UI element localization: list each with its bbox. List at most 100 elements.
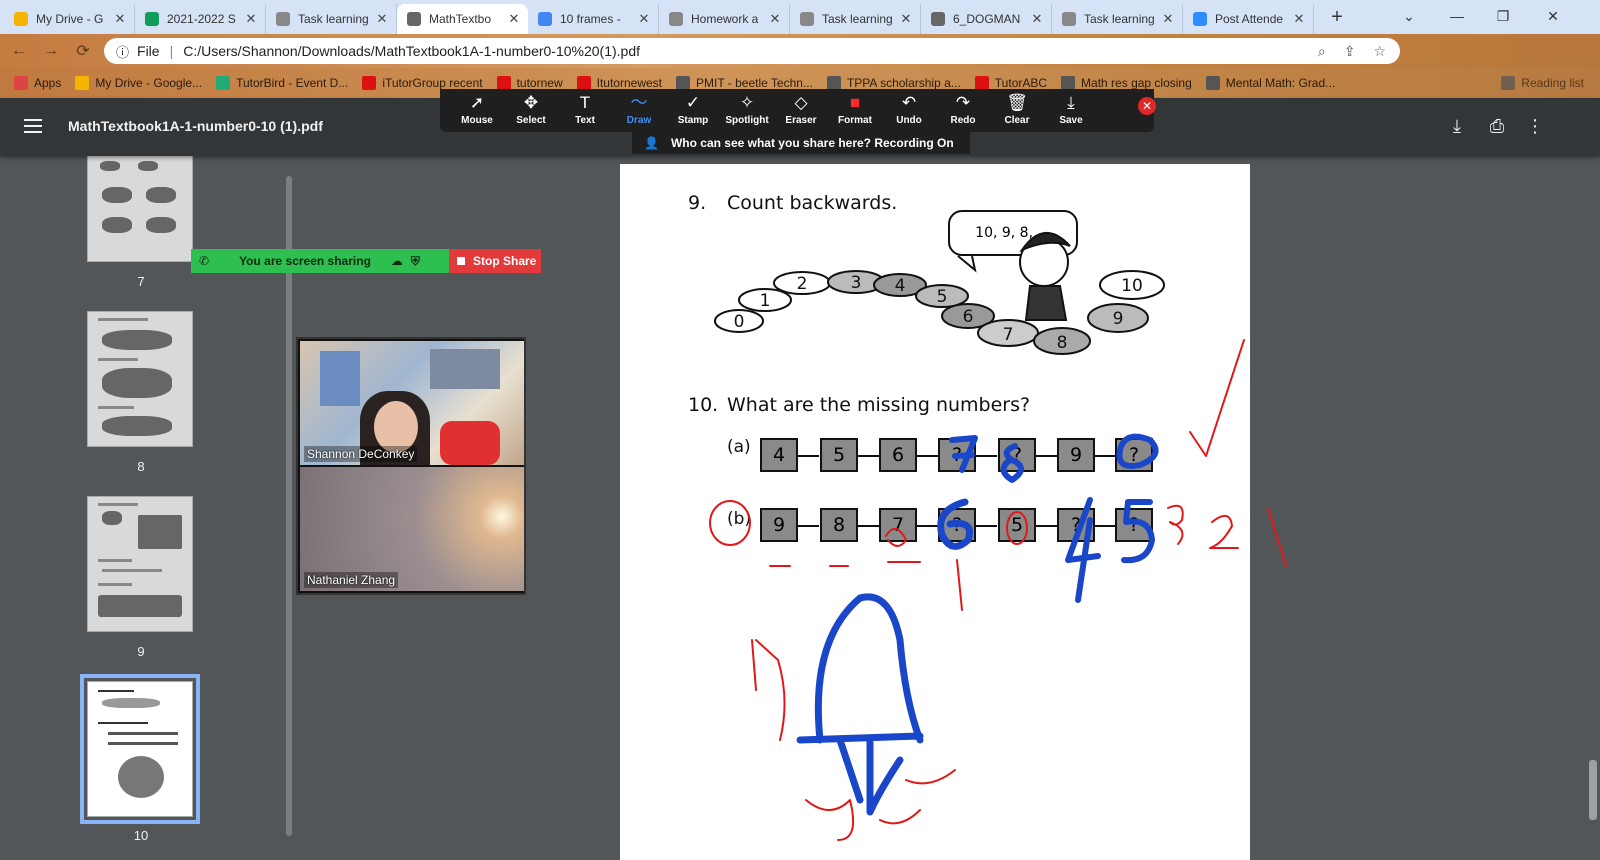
tab-close-icon[interactable]: ✕	[1029, 11, 1045, 27]
tool-label: Spotlight	[725, 115, 769, 126]
tab-close-icon[interactable]: ✕	[1291, 11, 1307, 27]
new-tab-button[interactable]: +	[1322, 2, 1352, 32]
forward-button[interactable]: →	[38, 38, 64, 64]
number-box: 6	[879, 438, 917, 472]
bookmark-item[interactable]: Apps	[14, 76, 61, 90]
bookmark-star-icon[interactable]: ☆	[1373, 43, 1386, 60]
draw-icon: 〜	[630, 93, 648, 112]
zoom-annotation-toolbar: ➚ Mouse ✥ Select T Text 〜 Draw ✓ Stamp ✧ Spotlight ◇…	[440, 89, 1154, 132]
tool-mouse[interactable]: ➚ Mouse	[450, 89, 504, 126]
tool-undo[interactable]: ↶ Undo	[882, 89, 936, 126]
tab-close-icon[interactable]: ✕	[636, 11, 652, 27]
close-window-button[interactable]: ✕	[1530, 0, 1576, 32]
share-icon[interactable]: ⇪	[1344, 43, 1356, 60]
main-scrollbar[interactable]	[1586, 156, 1600, 860]
tool-text[interactable]: T Text	[558, 89, 612, 126]
text-icon: T	[579, 93, 591, 112]
reload-button[interactable]: ⟳	[70, 38, 96, 64]
address-separator: |	[169, 43, 174, 59]
screen-sharing-banner[interactable]: ✆ You are screen sharing ☁ ⛨	[191, 249, 449, 273]
tab-close-icon[interactable]: ✕	[243, 11, 259, 27]
tool-spotlight[interactable]: ✧ Spotlight	[720, 89, 774, 126]
video-panel[interactable]: Shannon DeConkey Nathaniel Zhang	[296, 337, 526, 595]
bookmark-item[interactable]: TPPA scholarship a...	[826, 76, 961, 90]
connector-line	[917, 455, 938, 457]
tool-format[interactable]: ■ Format	[828, 89, 882, 126]
connector-line	[798, 525, 819, 527]
browser-tab[interactable]: Task learning ✕	[1052, 4, 1183, 34]
recording-notice[interactable]: 👤 Who can see what you share here? Recor…	[632, 132, 970, 154]
page-thumbnail-current[interactable]	[80, 674, 200, 824]
tool-save[interactable]: ⤓ Save	[1044, 89, 1098, 126]
tool-eraser[interactable]: ◇ Eraser	[774, 89, 828, 126]
number-box: ?	[938, 438, 976, 472]
participant-name: Nathaniel Zhang	[304, 572, 399, 588]
tool-redo[interactable]: ↷ Redo	[936, 89, 990, 126]
browser-tab[interactable]: Homework a ✕	[659, 4, 790, 34]
address-bar[interactable]: ⓘ File | C:/Users/Shannon/Downloads/Math…	[104, 38, 1400, 64]
browser-tab[interactable]: My Drive - G ✕	[4, 4, 135, 34]
browser-tab[interactable]: 10 frames - ✕	[528, 4, 659, 34]
bookmark-item[interactable]: Mental Math: Grad...	[1205, 76, 1335, 90]
bookmark-item[interactable]: TutorBird - Event D...	[216, 76, 348, 90]
bookmark-item[interactable]: PMIT - beetle Techn...	[676, 76, 813, 90]
browser-tab[interactable]: Task learning ✕	[266, 4, 397, 34]
bookmark-label: TutorBird - Event D...	[236, 76, 349, 90]
tab-close-icon[interactable]: ✕	[112, 11, 128, 27]
bookmark-item[interactable]: Itutornewest	[576, 76, 662, 90]
tab-close-icon[interactable]: ✕	[767, 11, 783, 27]
pdf-title: MathTextbook1A-1-number0-10 (1).pdf	[68, 118, 323, 134]
tab-close-icon[interactable]: ✕	[898, 11, 914, 27]
bookmark-item[interactable]: Reading list	[1501, 76, 1584, 90]
tab-favicon-icon	[538, 12, 552, 26]
browser-tab[interactable]: 2021-2022 S ✕	[135, 4, 266, 34]
undo-icon: ↶	[901, 93, 917, 112]
connector-line	[798, 455, 819, 457]
bookmark-favicon-icon	[1205, 76, 1220, 90]
page-thumbnail[interactable]	[87, 156, 193, 262]
tab-search-icon[interactable]: ⌄	[1386, 0, 1432, 32]
stop-share-button[interactable]: Stop Share	[449, 249, 541, 273]
zoom-icon[interactable]: ⌕	[1318, 43, 1326, 60]
bookmark-favicon-icon	[826, 76, 841, 90]
print-icon[interactable]: ⎙	[1486, 116, 1508, 137]
download-icon[interactable]: ⤓	[1446, 116, 1468, 137]
tool-clear[interactable]: 🗑 Clear	[990, 89, 1044, 126]
number-box: ?	[1115, 508, 1153, 542]
browser-tab[interactable]: MathTextbo ✕	[397, 4, 528, 34]
page-thumbnail[interactable]	[87, 311, 193, 447]
tool-select[interactable]: ✥ Select	[504, 89, 558, 126]
tab-close-icon[interactable]: ✕	[1160, 11, 1176, 27]
question-9-number: 9.	[688, 192, 707, 214]
tab-close-icon[interactable]: ✕	[374, 11, 390, 27]
bookmark-item[interactable]: iTutorGroup recent	[362, 76, 483, 90]
video-tile[interactable]: Shannon DeConkey	[300, 341, 524, 465]
stamp-icon: ✓	[685, 93, 701, 112]
phone-icon: ✆	[199, 254, 210, 268]
tool-stamp[interactable]: ✓ Stamp	[666, 89, 720, 126]
browser-tab[interactable]: Post Attende ✕	[1183, 4, 1314, 34]
menu-icon[interactable]	[24, 119, 42, 133]
bookmark-item[interactable]: TutorABC	[974, 76, 1047, 90]
page-thumbnail[interactable]	[87, 496, 193, 632]
bookmark-item[interactable]: Math res gap closing	[1061, 76, 1192, 90]
minimize-button[interactable]: —	[1434, 0, 1480, 32]
connector-line	[976, 525, 997, 527]
more-options-icon[interactable]: ⋮	[1524, 116, 1546, 137]
bookmark-item[interactable]: My Drive - Google...	[75, 76, 202, 90]
info-icon[interactable]: ⓘ	[116, 42, 129, 61]
tool-draw[interactable]: 〜 Draw	[612, 89, 666, 126]
video-tile[interactable]: Nathaniel Zhang	[300, 467, 524, 591]
tab-strip: My Drive - G ✕ 2021-2022 S ✕ Task learning ✕ M…	[0, 0, 1600, 34]
browser-tab[interactable]: Task learning ✕	[790, 4, 921, 34]
close-annotation-button[interactable]: ✕	[1138, 97, 1156, 115]
bookmark-favicon-icon	[14, 76, 28, 90]
tab-close-icon[interactable]: ✕	[506, 11, 522, 27]
question-10-text: What are the missing numbers?	[727, 394, 1031, 416]
restore-button[interactable]: ❐	[1480, 0, 1526, 32]
bookmark-item[interactable]: tutornew	[496, 76, 563, 90]
bookmark-label: tutornew	[516, 76, 563, 90]
browser-tab[interactable]: 6_DOGMAN ✕	[921, 4, 1052, 34]
tool-label: Redo	[950, 115, 976, 126]
back-button[interactable]: ←	[6, 38, 32, 64]
